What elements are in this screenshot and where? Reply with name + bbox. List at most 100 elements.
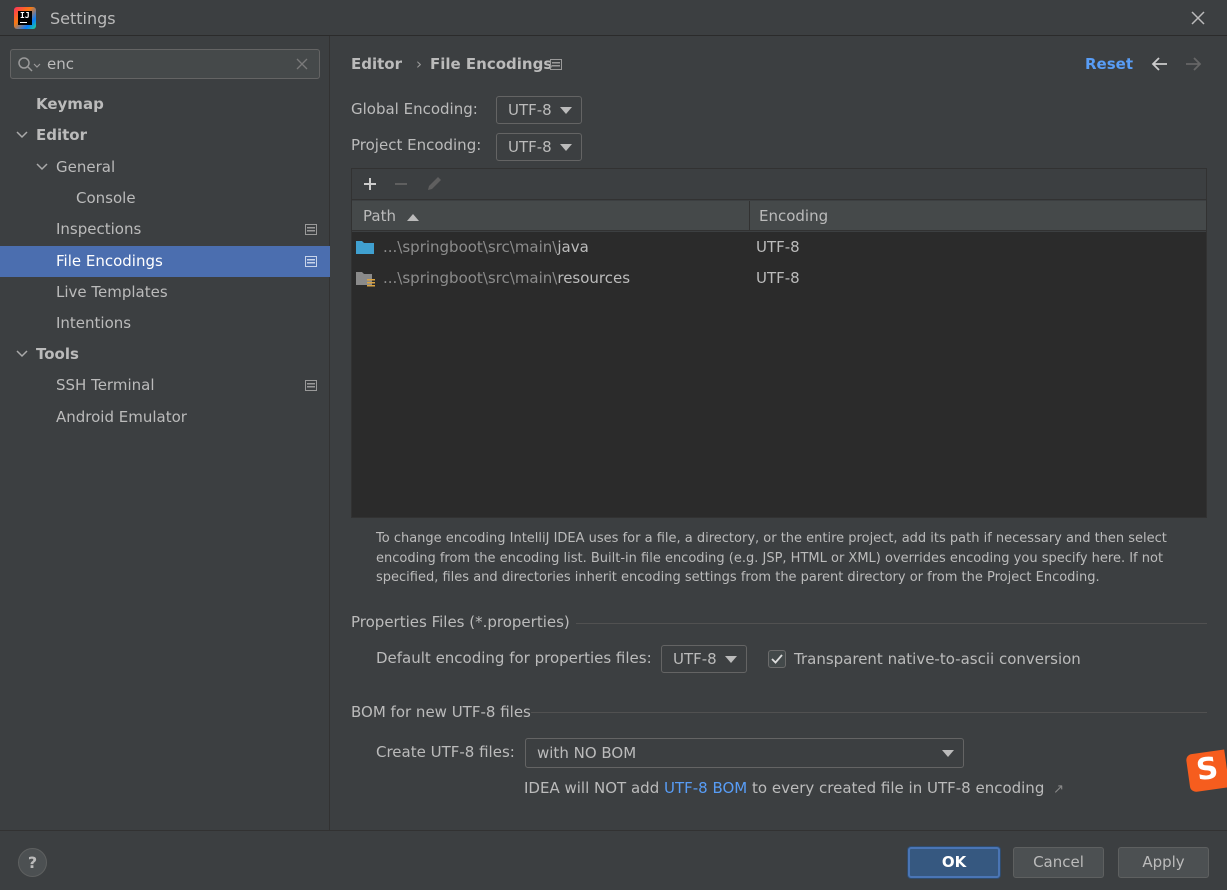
sidebar-item-label: Tools [36, 345, 79, 363]
dialog-footer: ? OK Cancel Apply [0, 830, 1227, 890]
search-input[interactable] [47, 53, 287, 75]
edit-icon[interactable] [425, 175, 443, 193]
sidebar-item-label: Editor [36, 126, 87, 144]
resources-folder-icon [356, 272, 375, 287]
sidebar-item-file-encodings[interactable]: File Encodings [0, 246, 330, 277]
sidebar-item-label: Inspections [56, 220, 142, 238]
sidebar-item-live-templates[interactable]: Live Templates [0, 277, 330, 308]
chevron-down-icon[interactable] [16, 349, 28, 359]
column-header-encoding[interactable]: Encoding [759, 201, 828, 231]
encoding-help-text: To change encoding IntelliJ IDEA uses fo… [376, 531, 1167, 585]
section-divider [531, 712, 1207, 713]
table-row[interactable]: ...\springboot\src\main\java UTF-8 [352, 232, 1206, 263]
sidebar-item-editor[interactable]: Editor [0, 120, 330, 151]
title-bar: IJ Settings [0, 0, 1227, 36]
add-icon[interactable] [361, 175, 379, 193]
sidebar-item-general[interactable]: General [0, 152, 330, 183]
bom-note-text: IDEA will NOT add [524, 779, 664, 797]
project-encoding-dropdown[interactable]: UTF-8 [496, 133, 582, 161]
create-utf8-value: with NO BOM [537, 744, 637, 762]
utf8-bom-link[interactable]: UTF-8 BOM [664, 779, 747, 797]
sidebar-item-console[interactable]: Console [0, 183, 330, 214]
native-to-ascii-label[interactable]: Transparent native-to-ascii conversion [794, 650, 1081, 668]
search-field[interactable] [10, 49, 320, 79]
project-scope-icon [305, 224, 317, 235]
table-header: Path Encoding [352, 201, 1206, 231]
bom-note: IDEA will NOT add UTF-8 BOM to every cre… [524, 779, 1064, 797]
row-encoding: UTF-8 [756, 269, 800, 287]
column-header-label: Encoding [759, 207, 829, 225]
dropdown-arrow-icon [942, 750, 954, 757]
arrow-left-icon[interactable] [1151, 55, 1169, 73]
arrow-right-icon[interactable] [1184, 55, 1202, 73]
reset-link[interactable]: Reset [1085, 55, 1133, 73]
sidebar-item-label: SSH Terminal [56, 376, 155, 394]
native-to-ascii-checkbox[interactable] [768, 650, 786, 668]
search-icon[interactable] [17, 56, 41, 74]
sidebar-item-label: Console [76, 189, 136, 207]
sidebar-item-label: Keymap [36, 95, 104, 113]
column-header-label: Path [363, 207, 396, 225]
sidebar-item-label: Android Emulator [56, 408, 187, 426]
project-encoding-value: UTF-8 [508, 138, 552, 156]
help-button[interactable]: ? [18, 848, 47, 877]
sidebar-item-label: File Encodings [56, 252, 163, 270]
chevron-down-icon[interactable] [36, 162, 48, 172]
default-properties-encoding-label: Default encoding for properties files: [376, 649, 652, 667]
sidebar-item-inspections[interactable]: Inspections [0, 214, 330, 245]
table-toolbar [352, 169, 1206, 200]
clear-search-icon[interactable] [295, 57, 309, 71]
project-scope-icon [305, 380, 317, 391]
ok-button[interactable]: OK [908, 847, 1000, 878]
create-utf8-dropdown[interactable]: with NO BOM [525, 738, 964, 768]
row-path: ...\springboot\src\main\java [383, 238, 589, 256]
remove-icon[interactable] [392, 175, 410, 193]
sidebar-item-label: Live Templates [56, 283, 168, 301]
sidebar-item-label: General [56, 158, 116, 176]
sidebar-item-intentions[interactable]: Intentions [0, 308, 330, 339]
breadcrumb: Editor › File Encodings [351, 55, 558, 73]
sogou-ime-icon[interactable]: S [1185, 749, 1227, 793]
row-encoding: UTF-8 [756, 238, 800, 256]
checkmark-icon [771, 654, 783, 664]
path-encoding-table: Path Encoding ...\springboot\src\main\ja… [351, 168, 1207, 518]
table-row[interactable]: ...\springboot\src\main\resources UTF-8 [352, 263, 1206, 294]
intellij-logo-icon: IJ [14, 7, 36, 29]
sidebar-item-label: Intentions [56, 314, 132, 332]
dropdown-arrow-icon [725, 656, 737, 663]
close-icon[interactable] [1188, 8, 1208, 28]
column-divider[interactable] [749, 201, 750, 231]
sidebar-item-keymap[interactable]: Keymap [0, 89, 330, 120]
properties-encoding-dropdown[interactable]: UTF-8 [661, 645, 747, 673]
create-utf8-label: Create UTF-8 files: [376, 743, 515, 761]
column-header-path[interactable]: Path [363, 201, 419, 231]
folder-icon [356, 241, 374, 254]
properties-section-title: Properties Files (*.properties) [351, 613, 570, 631]
row-path: ...\springboot\src\main\resources [383, 269, 631, 287]
window-title: Settings [50, 9, 116, 28]
cancel-button[interactable]: Cancel [1013, 847, 1104, 878]
external-link-icon[interactable]: ↗ [1053, 782, 1064, 797]
breadcrumb-item-editor[interactable]: Editor [351, 55, 402, 73]
section-divider [576, 623, 1207, 624]
global-encoding-value: UTF-8 [508, 101, 552, 119]
apply-button[interactable]: Apply [1118, 847, 1209, 878]
properties-encoding-value: UTF-8 [673, 650, 717, 668]
dropdown-arrow-icon [560, 107, 572, 114]
project-encoding-label: Project Encoding: [351, 136, 482, 154]
table-body: ...\springboot\src\main\java UTF-8 ...\s… [352, 232, 1206, 517]
sidebar-item-android-emulator[interactable]: Android Emulator [0, 402, 330, 433]
bom-section-title: BOM for new UTF-8 files [351, 703, 531, 721]
breadcrumb-item-file-encodings: File Encodings [430, 55, 553, 73]
sidebar-item-ssh-terminal[interactable]: SSH Terminal [0, 370, 330, 401]
global-encoding-dropdown[interactable]: UTF-8 [496, 96, 582, 124]
global-encoding-label: Global Encoding: [351, 100, 478, 118]
settings-content: Editor › File Encodings Reset Global Encod… [331, 36, 1227, 830]
chevron-down-icon[interactable] [16, 130, 28, 140]
project-scope-icon [305, 256, 317, 267]
breadcrumb-separator: › [416, 55, 422, 73]
sort-ascending-icon [406, 214, 419, 221]
dropdown-arrow-icon [560, 144, 572, 151]
sidebar-item-tools[interactable]: Tools [0, 339, 330, 370]
project-scope-icon [550, 59, 562, 70]
